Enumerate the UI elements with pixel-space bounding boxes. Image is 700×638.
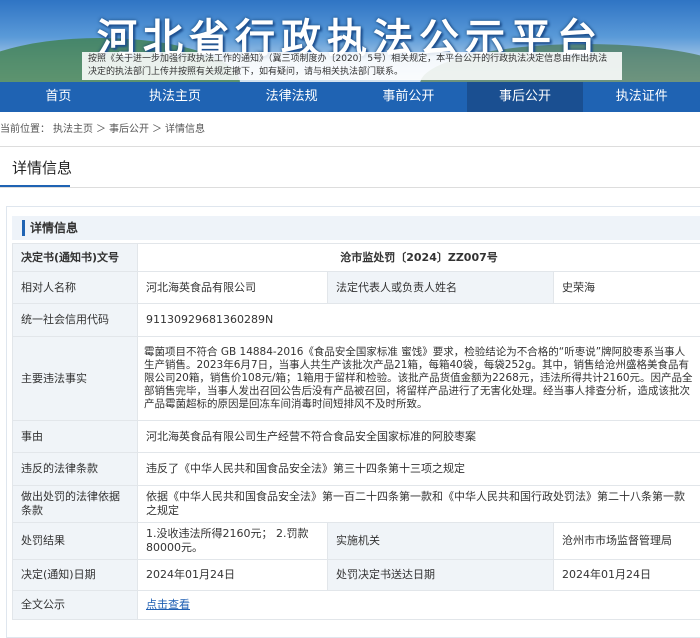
breadcrumb-post-disclosure[interactable]: 事后公开 <box>109 124 149 135</box>
nav-certificates[interactable]: 执法证件 <box>583 82 700 112</box>
nav-home[interactable]: 首页 <box>0 82 117 112</box>
breadcrumb-separator: ＞ <box>96 124 106 135</box>
detail-table: 决定书(通知书)文号 沧市监处罚〔2024〕ZZ007号 相对人名称 河北海英食… <box>12 243 700 620</box>
result-value: 1.没收违法所得2160元； 2.罚款80000元。 <box>138 523 328 560</box>
basis-label: 做出处罚的法律依据条款 <box>13 486 138 523</box>
title-underline <box>0 185 70 187</box>
nav-pre-disclosure[interactable]: 事前公开 <box>350 82 467 112</box>
legal-rep-label: 法定代表人或负责人姓名 <box>328 272 554 304</box>
table-row: 决定(通知)日期 2024年01月24日 处罚决定书送达日期 2024年01月2… <box>13 560 700 591</box>
decision-date-label: 决定(通知)日期 <box>13 560 138 591</box>
breadcrumb-separator: ＞ <box>152 124 162 135</box>
credit-code-label: 统一社会信用代码 <box>13 304 138 337</box>
page-header: 详情信息 <box>0 146 700 188</box>
notice-text: 按照《关于进一步加强行政执法工作的通知》（冀三项制度办〔2020〕5号）相关规定… <box>82 52 622 80</box>
breadcrumb: 当前位置：执法主页＞事后公开＞详情信息 <box>0 120 208 135</box>
nav-laws[interactable]: 法律法规 <box>233 82 350 112</box>
site-banner: 河北省行政执法公示平台 按照《关于进一步加强行政执法工作的通知》（冀三项制度办〔… <box>0 0 700 82</box>
basis-value: 依据《中华人民共和国食品安全法》第一百二十四条第一款和《中华人民共和国行政处罚法… <box>138 486 700 523</box>
nav-enforcement-home[interactable]: 执法主页 <box>117 82 234 112</box>
result-label: 处罚结果 <box>13 523 138 560</box>
violated-value: 违反了《中华人民共和国食品安全法》第三十四条第十三项之规定 <box>138 453 700 486</box>
section-marker <box>22 220 25 236</box>
facts-label: 主要违法事实 <box>13 337 138 421</box>
main-nav: 首页 执法主页 法律法规 事前公开 事后公开 执法证件 <box>0 82 700 112</box>
decision-no-label: 决定书(通知书)文号 <box>13 244 138 272</box>
agency-label: 实施机关 <box>328 523 554 560</box>
decision-no-value: 沧市监处罚〔2024〕ZZ007号 <box>138 244 700 272</box>
table-row: 事由 河北海英食品有限公司生产经营不符合食品安全国家标准的阿胶枣案 <box>13 421 700 453</box>
full-text-label: 全文公示 <box>13 591 138 620</box>
violated-label: 违反的法律条款 <box>13 453 138 486</box>
view-full-text-link[interactable]: 点击查看 <box>146 598 190 611</box>
credit-code-value: 91130929681360289N <box>138 304 700 337</box>
breadcrumb-current: 详情信息 <box>165 124 205 135</box>
nav-post-disclosure[interactable]: 事后公开 <box>467 82 584 112</box>
section-header: 详情信息 <box>12 216 700 240</box>
table-row: 主要违法事实 霉菌项目不符合 GB 14884-2016《食品安全国家标准 蜜饯… <box>13 337 700 421</box>
section-title: 详情信息 <box>30 216 78 240</box>
facts-value: 霉菌项目不符合 GB 14884-2016《食品安全国家标准 蜜饯》要求，检验结… <box>138 337 700 421</box>
agency-value: 沧州市市场监督管理局 <box>554 523 700 560</box>
table-row: 做出处罚的法律依据条款 依据《中华人民共和国食品安全法》第一百二十四条第一款和《… <box>13 486 700 523</box>
table-row: 处罚结果 1.没收违法所得2160元； 2.罚款80000元。 实施机关 沧州市… <box>13 523 700 560</box>
cause-label: 事由 <box>13 421 138 453</box>
delivery-date-value: 2024年01月24日 <box>554 560 700 591</box>
party-value: 河北海英食品有限公司 <box>138 272 328 304</box>
table-row: 违反的法律条款 违反了《中华人民共和国食品安全法》第三十四条第十三项之规定 <box>13 453 700 486</box>
breadcrumb-prefix: 当前位置： <box>0 124 50 135</box>
legal-rep-value: 史荣海 <box>554 272 700 304</box>
party-label: 相对人名称 <box>13 272 138 304</box>
delivery-date-label: 处罚决定书送达日期 <box>328 560 554 591</box>
table-row: 全文公示 点击查看 <box>13 591 700 620</box>
full-text-cell: 点击查看 <box>138 591 700 620</box>
page-title: 详情信息 <box>12 157 72 178</box>
breadcrumb-enforcement-home[interactable]: 执法主页 <box>53 124 93 135</box>
table-row: 决定书(通知书)文号 沧市监处罚〔2024〕ZZ007号 <box>13 244 700 272</box>
cause-value: 河北海英食品有限公司生产经营不符合食品安全国家标准的阿胶枣案 <box>138 421 700 453</box>
decision-date-value: 2024年01月24日 <box>138 560 328 591</box>
table-row: 相对人名称 河北海英食品有限公司 法定代表人或负责人姓名 史荣海 <box>13 272 700 304</box>
table-row: 统一社会信用代码 91130929681360289N <box>13 304 700 337</box>
